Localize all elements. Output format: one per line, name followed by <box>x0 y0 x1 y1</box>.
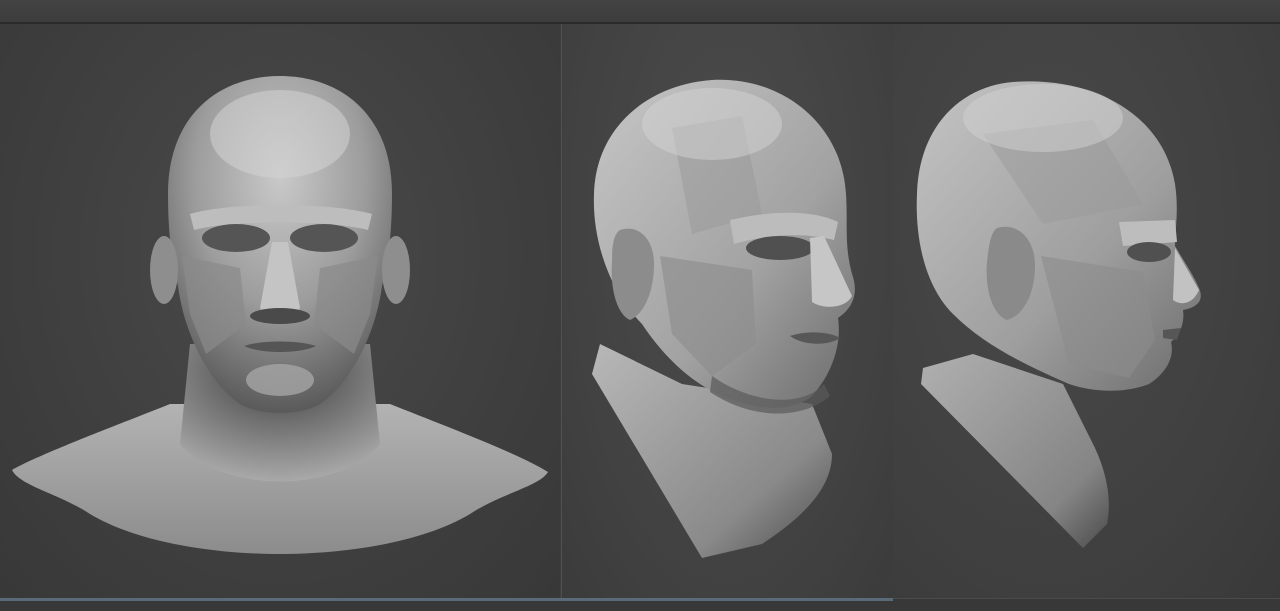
selection-highlight-strip <box>0 598 893 601</box>
three-quarter-view-panel <box>561 24 894 598</box>
right-eye-socket <box>290 224 358 252</box>
head-front-icon <box>12 76 548 554</box>
profile-view-panel <box>893 24 1280 598</box>
nose-shape <box>1173 248 1199 304</box>
cranium-highlight <box>642 88 782 160</box>
left-eye-socket <box>202 224 270 252</box>
left-ear <box>150 236 178 304</box>
cranium-highlight <box>963 84 1123 152</box>
chin-highlight <box>246 364 314 396</box>
mouth-shape <box>1163 328 1181 340</box>
cranium-highlight <box>210 90 350 178</box>
nose-shadow <box>250 308 310 324</box>
sculpt-viewport <box>0 0 1280 611</box>
top-toolbar-strip <box>0 0 1280 24</box>
head-three-quarter-icon <box>592 79 855 558</box>
right-ear <box>382 236 410 304</box>
head-profile-icon <box>916 81 1201 548</box>
eye-socket <box>746 236 814 260</box>
front-view-panel <box>0 24 560 598</box>
eye-socket <box>1127 242 1171 262</box>
